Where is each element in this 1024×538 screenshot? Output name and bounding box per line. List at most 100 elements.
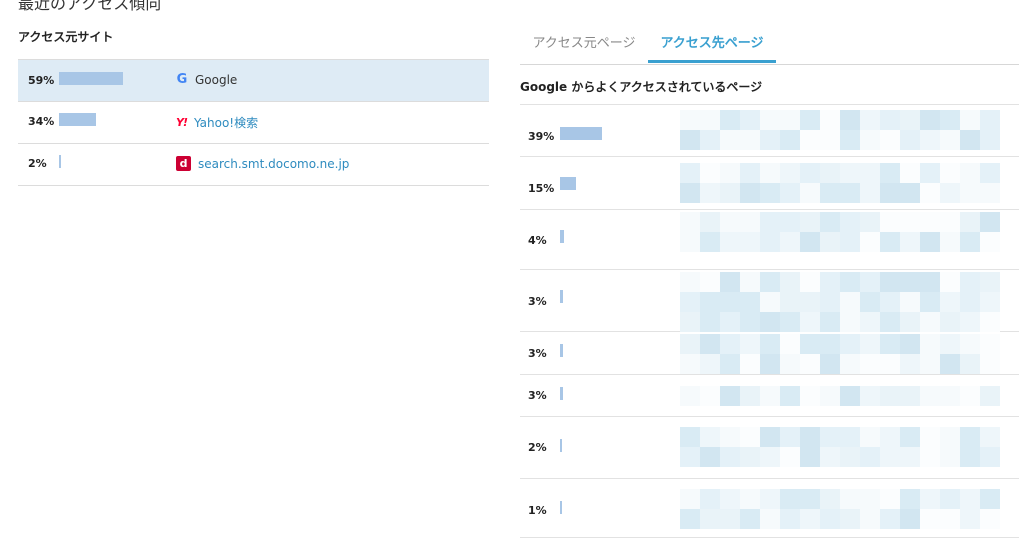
mosaic-cell [860,312,880,332]
mosaic-cell [680,292,700,312]
destination-percent: 39% [528,130,555,143]
destination-row[interactable]: 4% [520,210,1019,270]
mosaic-cell [860,110,880,130]
mosaic-cell [840,312,860,332]
mosaic-cell [760,386,780,406]
destination-percent: 4% [528,234,547,247]
mosaic-cell [840,334,860,354]
mosaic-cell [820,489,840,509]
mosaic-cell [780,334,800,354]
mosaic-cell [840,386,860,406]
mosaic-cell [740,427,760,447]
mosaic-cell [680,130,700,150]
mosaic-cell [900,386,920,406]
mosaic-cell [680,163,700,183]
destination-row[interactable]: 2% [520,417,1019,479]
mosaic-cell [800,110,820,130]
destination-row[interactable]: 3% [520,332,1019,375]
mosaic-cell [680,509,700,529]
mosaic-cell [860,386,880,406]
mosaic-cell [940,386,960,406]
source-name[interactable]: search.smt.docomo.ne.jp [198,157,349,171]
mosaic-cell [960,489,980,509]
mosaic-cell [860,130,880,150]
destination-row[interactable]: 3% [520,375,1019,417]
mosaic-cell [720,110,740,130]
mosaic-cell [880,312,900,332]
mosaic-cell [860,232,880,252]
mosaic-cell [860,489,880,509]
mosaic-cell [840,509,860,529]
mosaic-cell [920,212,940,232]
destination-row[interactable]: 3% [520,270,1019,332]
destination-row[interactable]: 15% [520,157,1019,210]
source-row-docomo[interactable]: 2% d search.smt.docomo.ne.jp [18,144,489,186]
redacted-page-title [680,334,1000,374]
mosaic-cell [960,212,980,232]
mosaic-cell [980,110,1000,130]
mosaic-cell [920,447,940,467]
mosaic-cell [980,489,1000,509]
mosaic-cell [700,427,720,447]
mosaic-cell [800,334,820,354]
mosaic-cell [880,292,900,312]
mosaic-cell [960,447,980,467]
mosaic-cell [700,312,720,332]
page-title: 最近のアクセス傾向 [18,0,162,13]
destination-row[interactable]: 1% [520,479,1019,538]
mosaic-cell [720,130,740,150]
tab-source-pages[interactable]: アクセス元ページ [520,34,648,62]
mosaic-cell [780,509,800,529]
destination-row[interactable]: 39% [520,105,1019,157]
mosaic-cell [940,292,960,312]
mosaic-cell [720,232,740,252]
mosaic-cell [960,334,980,354]
destination-percent: 3% [528,389,547,402]
mosaic-cell [900,163,920,183]
mosaic-cell [880,163,900,183]
mosaic-cell [700,334,720,354]
mosaic-cell [740,354,760,374]
mosaic-cell [700,232,720,252]
source-row-google[interactable]: 59% G Google [18,60,489,102]
mosaic-cell [960,354,980,374]
mosaic-cell [740,272,760,292]
mosaic-cell [940,272,960,292]
mosaic-cell [980,130,1000,150]
mosaic-cell [860,292,880,312]
mosaic-cell [800,447,820,467]
mosaic-cell [920,334,940,354]
mosaic-cell [800,163,820,183]
google-icon: G [176,72,188,87]
mosaic-cell [960,232,980,252]
mosaic-cell [880,272,900,292]
mosaic-cell [740,509,760,529]
yahoo-icon: Y! [176,116,188,129]
mosaic-cell [720,354,740,374]
mosaic-cell [980,312,1000,332]
tab-destination-pages[interactable]: アクセス先ページ [648,34,776,63]
source-row-yahoo[interactable]: 34% Y! Yahoo!検索 [18,102,489,144]
mosaic-cell [680,489,700,509]
mosaic-cell [860,183,880,203]
mosaic-cell [980,427,1000,447]
destination-bar [560,290,563,303]
mosaic-cell [940,110,960,130]
mosaic-cell [740,183,760,203]
mosaic-cell [900,447,920,467]
mosaic-cell [680,312,700,332]
mosaic-cell [960,312,980,332]
destination-percent: 2% [528,441,547,454]
mosaic-cell [680,272,700,292]
mosaic-cell [680,110,700,130]
mosaic-cell [960,272,980,292]
destinations-table: 39% 15% 4% 3% 3% 3% 2% 1% [520,104,1019,538]
mosaic-cell [960,110,980,130]
mosaic-cell [760,272,780,292]
mosaic-cell [840,354,860,374]
source-name[interactable]: Yahoo!検索 [194,114,258,131]
mosaic-cell [780,272,800,292]
mosaic-cell [740,163,760,183]
mosaic-cell [820,163,840,183]
redacted-page-title [680,427,1000,467]
